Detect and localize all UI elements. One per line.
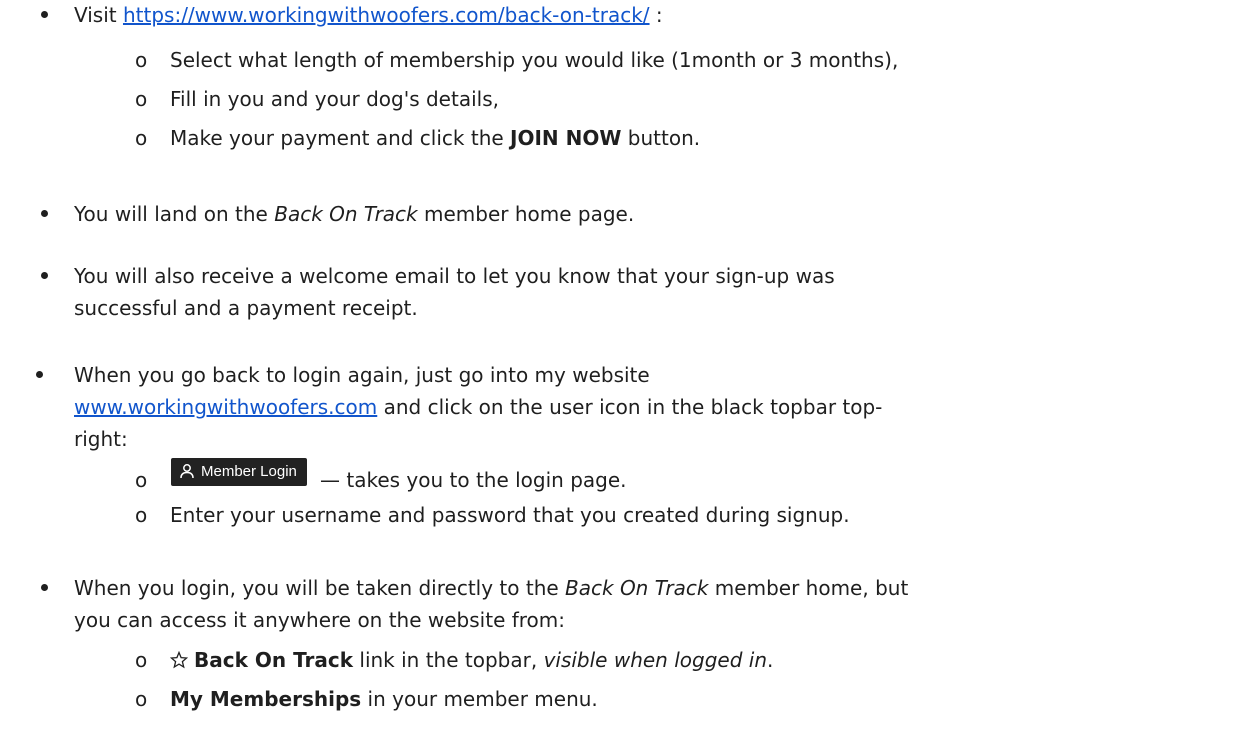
star-icon (169, 646, 189, 674)
sub-bullet-marker: o (135, 468, 148, 492)
land-prefix: You will land on the (74, 202, 275, 226)
visit-line: Visit https://www.workingwithwoofers.com… (74, 1, 663, 29)
payment-prefix: Make your payment and click the (170, 126, 511, 150)
land-suffix: member home page. (417, 202, 635, 226)
select-length-item: Select what length of membership you wou… (170, 48, 899, 72)
bullet (41, 272, 48, 279)
bullet (41, 584, 48, 591)
enter-credentials-item: Enter your username and password that yo… (170, 503, 850, 527)
land-home-line: You will land on the Back On Track membe… (74, 200, 634, 228)
welcome-email-line-2: successful and a payment receipt. (74, 296, 418, 320)
sub-bullet-marker: o (135, 503, 148, 527)
bullet (36, 371, 43, 378)
visible-logged-in-italic: visible when logged in (543, 648, 767, 672)
login-again-line-3: right: (74, 427, 128, 451)
period: . (767, 648, 774, 672)
bullet (41, 11, 48, 18)
back-on-track-link-item: Back On Track link in the topbar, visibl… (169, 646, 774, 674)
payment-item: Make your payment and click the JOIN NOW… (170, 124, 700, 152)
sub-bullet-marker: o (135, 126, 148, 150)
member-login-button[interactable]: Member Login (171, 458, 307, 486)
welcome-email-line-1: You will also receive a welcome email to… (74, 264, 835, 288)
when-login-prefix: When you login, you will be taken direct… (74, 576, 566, 600)
when-login-line-1: When you login, you will be taken direct… (74, 574, 908, 602)
fill-details-item: Fill in you and your dog's details, (170, 87, 499, 111)
join-now-label: JOIN NOW (510, 126, 622, 150)
back-on-track-italic: Back On Track (565, 576, 709, 600)
login-again-line-2: www.workingwithwoofers.com and click on … (74, 393, 882, 421)
my-memberships-item: My Memberships in your member menu. (170, 685, 598, 713)
payment-suffix: button. (621, 126, 701, 150)
login-page-desc: — takes you to the login page. (320, 468, 627, 492)
back-on-track-bold: Back On Track (194, 648, 354, 672)
login-again-line-1: When you go back to login again, just go… (74, 363, 650, 387)
when-login-suffix: member home, but (708, 576, 909, 600)
visit-prefix: Visit (74, 3, 123, 27)
sub-bullet-marker: o (135, 87, 148, 111)
topbar-link-text: link in the topbar, (353, 648, 544, 672)
website-link[interactable]: www.workingwithwoofers.com (74, 395, 377, 419)
login-again-suffix: and click on the user icon in the black … (377, 395, 883, 419)
member-menu-text: in your member menu. (361, 687, 598, 711)
visit-suffix: : (649, 3, 663, 27)
sub-bullet-marker: o (135, 687, 148, 711)
user-icon (180, 464, 194, 479)
sub-bullet-marker: o (135, 48, 148, 72)
back-on-track-title: Back On Track (274, 202, 418, 226)
when-login-line-2: you can access it anywhere on the websit… (74, 608, 566, 632)
back-on-track-url-link[interactable]: https://www.workingwithwoofers.com/back-… (123, 3, 650, 27)
sub-bullet-marker: o (135, 648, 148, 672)
member-login-label: Member Login (201, 463, 297, 480)
my-memberships-bold: My Memberships (170, 687, 362, 711)
bullet (41, 210, 48, 217)
